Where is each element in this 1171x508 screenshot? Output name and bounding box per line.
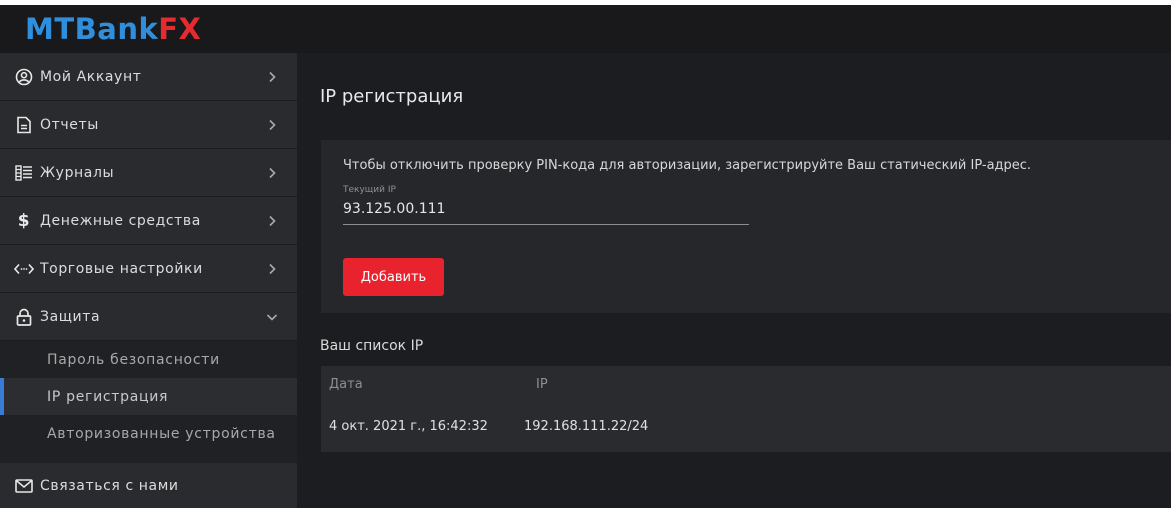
- chevron-down-icon: [266, 311, 278, 323]
- sidebar-item-label: Торговые настройки: [40, 260, 203, 277]
- sidebar-subitem-label: Пароль безопасности: [47, 351, 220, 368]
- journal-list-icon: [14, 163, 34, 183]
- ip-registration-card: Чтобы отключить проверку PIN-кода для ав…: [321, 140, 1171, 313]
- brand-logo[interactable]: MTBankFX: [25, 9, 201, 49]
- sidebar-subitem-ip-registration[interactable]: IP регистрация: [0, 378, 297, 415]
- column-header-date: Дата: [329, 377, 363, 392]
- sidebar-item-trading-settings[interactable]: Торговые настройки: [0, 245, 297, 293]
- code-arrows-icon: [14, 259, 34, 279]
- main-content: IP регистрация Чтобы отключить проверку …: [297, 53, 1171, 508]
- user-circle-icon: [14, 67, 34, 87]
- sidebar-item-label: Денежные средства: [40, 212, 201, 229]
- table-cell-ip: 192.168.111.22/24: [524, 419, 649, 434]
- logo-text-mtbank: MTBank: [25, 12, 159, 46]
- current-ip-input[interactable]: [343, 199, 749, 225]
- top-bar: MTBankFX: [0, 5, 1171, 53]
- ip-list-title: Ваш список IP: [320, 338, 424, 354]
- sidebar-subitem-label: IP регистрация: [47, 388, 169, 405]
- lock-icon: [14, 307, 34, 327]
- sidebar-item-journals[interactable]: Журналы: [0, 149, 297, 197]
- sidebar-item-label: Журналы: [40, 164, 115, 181]
- sidebar-item-label: Связаться с нами: [40, 477, 179, 494]
- table-cell-date: 4 окт. 2021 г., 16:42:32: [329, 419, 488, 434]
- ip-table: Дата IP 4 окт. 2021 г., 16:42:32 192.168…: [321, 366, 1171, 452]
- sidebar-item-my-account[interactable]: Мой Аккаунт: [0, 53, 297, 101]
- document-icon: [14, 115, 34, 135]
- chevron-right-icon: [266, 119, 278, 131]
- chevron-right-icon: [266, 167, 278, 179]
- page-title: IP регистрация: [320, 86, 464, 107]
- current-ip-label: Текущий IP: [343, 185, 396, 195]
- dollar-icon: $: [17, 210, 31, 231]
- sidebar-item-label: Отчеты: [40, 116, 99, 133]
- sidebar-item-reports[interactable]: Отчеты: [0, 101, 297, 149]
- mail-icon: [14, 476, 34, 496]
- sidebar-item-contact-us[interactable]: Связаться с нами: [0, 463, 297, 508]
- add-button[interactable]: Добавить: [343, 258, 444, 296]
- sidebar-subitem-security-password[interactable]: Пароль безопасности: [0, 341, 297, 378]
- logo-text-fx: FX: [158, 12, 202, 46]
- chevron-right-icon: [266, 215, 278, 227]
- sidebar-item-funds[interactable]: $ Денежные средства: [0, 197, 297, 245]
- card-description: Чтобы отключить проверку PIN-кода для ав…: [343, 158, 1032, 173]
- column-header-ip: IP: [536, 377, 548, 392]
- sidebar-item-label: Мой Аккаунт: [40, 68, 142, 85]
- chevron-right-icon: [266, 263, 278, 275]
- sidebar-subitem-label: Авторизованные устройства: [47, 425, 276, 442]
- sidebar-item-label: Защита: [40, 308, 101, 325]
- sidebar: Мой Аккаунт Отчеты Журналы $ Денежные ср…: [0, 53, 297, 508]
- sidebar-item-security[interactable]: Защита: [0, 293, 297, 341]
- sidebar-subitem-authorized-devices[interactable]: Авторизованные устройства: [0, 415, 297, 452]
- app-window: MTBankFX Мой Аккаунт Отчеты Журналы $ Де…: [0, 5, 1171, 508]
- chevron-right-icon: [266, 71, 278, 83]
